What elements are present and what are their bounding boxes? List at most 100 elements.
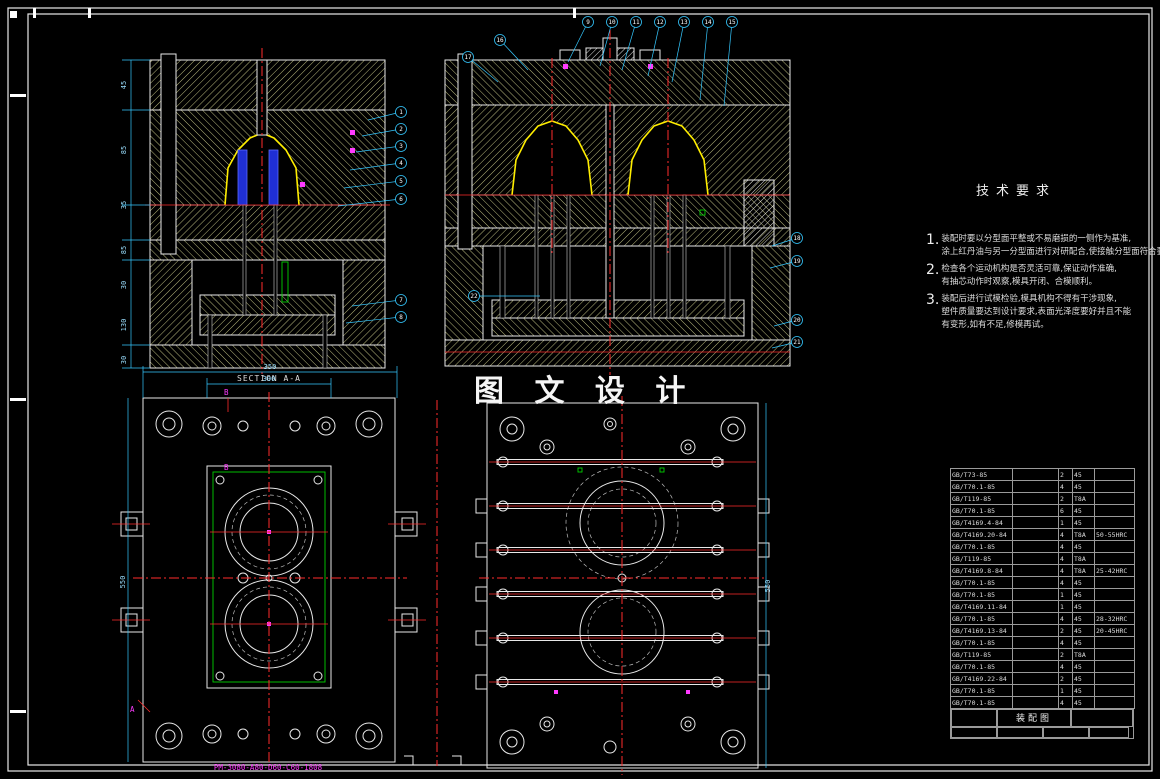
magenta-mark: [554, 690, 558, 694]
bom-cell-qty: 1: [1058, 516, 1073, 529]
bom-cell-name: [1012, 564, 1059, 577]
dimension-label: 30: [120, 281, 128, 289]
dimension-label: 85: [120, 146, 128, 154]
bom-cell-remark: 28-32HRC: [1094, 612, 1135, 625]
green-mark: [577, 467, 583, 473]
bom-cell-code: GB/T70.1-85: [950, 576, 1013, 589]
balloon-number: 12: [656, 19, 664, 26]
balloon-number: 10: [608, 19, 616, 26]
core-insert-right: [268, 149, 279, 206]
bom-cell-qty: 4: [1058, 564, 1073, 577]
bom-cell-name: [1012, 672, 1059, 685]
dimension-label: 550: [119, 576, 127, 589]
bom-cell-mat: 45: [1072, 600, 1095, 613]
bom-cell-remark: [1094, 504, 1135, 517]
tech-item-number: 3.: [926, 292, 940, 308]
magenta-mark: [686, 690, 690, 694]
bom-cell-code: GB/T73-85: [950, 468, 1013, 481]
bom-row: GB/T73-85 2 45: [950, 468, 1135, 481]
bom-cell-name: [1012, 612, 1059, 625]
ejector-pin: [566, 194, 571, 319]
spacer-block-left: [149, 259, 193, 346]
balloon-number: 13: [680, 19, 688, 26]
bom-row: GB/T4169.11-84 1 45: [950, 600, 1135, 613]
balloon-number: 16: [496, 37, 504, 44]
magenta-mark: [350, 130, 355, 135]
balloon-number: 22: [470, 293, 478, 300]
bom-cell-name: [1012, 528, 1059, 541]
dimension-label: 35: [120, 201, 128, 209]
bom-row: GB/T70.1-85 4 45: [950, 540, 1135, 553]
title-block-cell: [1043, 727, 1089, 738]
bom-cell-code: GB/T70.1-85: [950, 588, 1013, 601]
bom-cell-qty: 1: [1058, 600, 1073, 613]
bom-cell-name: [1012, 504, 1059, 517]
watermark-text: 图 文 设 计: [474, 374, 696, 409]
bom-cell-code: GB/T70.1-85: [950, 612, 1013, 625]
bom-cell-mat: 45: [1072, 660, 1095, 673]
bom-cell-name: [1012, 480, 1059, 493]
ejector-pin: [273, 204, 278, 316]
section-arrow: [137, 699, 151, 713]
bom-cell-qty: 4: [1058, 480, 1073, 493]
tech-item-1: 1. 装配时要以分型面平整或不易磨损的一侧作为基准, 涂上红丹油与另一分型面进行…: [926, 233, 1160, 259]
green-mark: [659, 467, 665, 473]
bom-cell-code: GB/T119-85: [950, 552, 1013, 565]
bom-cell-code: GB/T70.1-85: [950, 480, 1013, 493]
balloon-number: 9: [586, 19, 590, 26]
frame-tick: [33, 8, 36, 18]
bom-row: GB/T70.1-85 4 45: [950, 696, 1135, 709]
bom-cell-qty: 4: [1058, 528, 1073, 541]
bom-cell-qty: 1: [1058, 684, 1073, 697]
bom-cell-name: [1012, 648, 1059, 661]
bom-cell-name: [1012, 600, 1059, 613]
bom-cell-qty: 4: [1058, 696, 1073, 709]
ejector-retainer-plate: [199, 294, 336, 316]
section-mark-a: A: [130, 705, 135, 714]
plan-view-movable-half: B B A PM-3080-A80-D60-C60-1808: [112, 366, 426, 772]
cavity-plate: [444, 104, 791, 196]
bom-cell-mat: 45: [1072, 624, 1095, 637]
bom-cell-mat: 45: [1072, 504, 1095, 517]
guide-pillar: [160, 53, 177, 255]
frame-tick: [10, 94, 26, 97]
bom-row: GB/T70.1-85 1 45: [950, 588, 1135, 601]
screw: [207, 314, 213, 369]
section-mark-b2: B: [224, 463, 229, 472]
bom-cell-code: GB/T4169.8-84: [950, 564, 1013, 577]
bom-cell-remark: 25-42HRC: [1094, 564, 1135, 577]
title-block-cell: [1071, 709, 1133, 727]
bom-cell-code: GB/T70.1-85: [950, 636, 1013, 649]
bom-cell-mat: 45: [1072, 612, 1095, 625]
bom-row: GB/T4169.22-84 2 45: [950, 672, 1135, 685]
bom-cell-remark: [1094, 492, 1135, 505]
guide-pillar: [457, 53, 473, 250]
tech-line: 塑件质量要达到设计要求,表面光泽度要好并且不能: [941, 307, 1132, 317]
balloon-number: 8: [399, 314, 403, 321]
magenta-mark: [300, 182, 305, 187]
balloon-number: 6: [399, 196, 403, 203]
bom-cell-code: GB/T4169.13-84: [950, 624, 1013, 637]
bom-cell-remark: [1094, 636, 1135, 649]
ejector-base-plate: [199, 314, 336, 336]
balloon-number: 18: [793, 235, 801, 242]
tech-line: 有变形,如有不足,修模再试。: [941, 320, 1049, 330]
bom-cell-mat: 45: [1072, 588, 1095, 601]
bom-cell-code: GB/T70.1-85: [950, 684, 1013, 697]
bom-cell-qty: 4: [1058, 660, 1073, 673]
bom-cell-name: [1012, 516, 1059, 529]
support-pillar: [743, 179, 775, 247]
bom-cell-remark: [1094, 648, 1135, 661]
bom-cell-remark: [1094, 480, 1135, 493]
tech-line: 有抽芯动作时观察,模具开闭、合模顺利。: [941, 277, 1098, 287]
balloon-number: 4: [399, 160, 403, 167]
tech-line: 装配时要以分型面平整或不易磨损的一侧作为基准,: [941, 234, 1132, 244]
bom-cell-remark: [1094, 468, 1135, 481]
top-clamp-plate: [444, 59, 791, 106]
bom-cell-remark: 50-55HRC: [1094, 528, 1135, 541]
bolt-holes: [539, 417, 696, 754]
tech-line: 装配后进行试模检验,模具机构不得有干涉现象,: [941, 294, 1117, 304]
bottom-clamp-plate: [444, 339, 791, 367]
bom-cell-qty: 4: [1058, 576, 1073, 589]
tech-line: 涂上红丹油与另一分型面进行对研配合,使接触分型面符合要求。: [941, 247, 1160, 257]
